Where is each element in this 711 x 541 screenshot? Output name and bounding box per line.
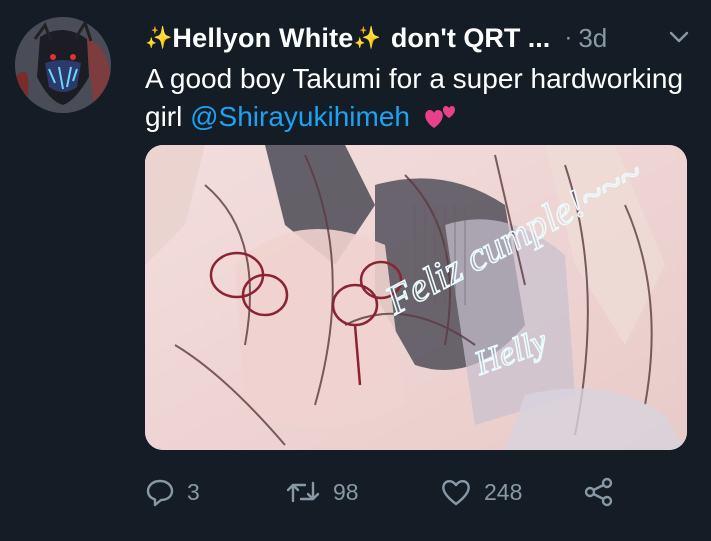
- two-hearts-icon: [424, 102, 458, 140]
- retweet-icon: [285, 477, 321, 507]
- retweet-button[interactable]: 98: [285, 472, 359, 512]
- like-count: 248: [484, 478, 523, 505]
- share-icon: [583, 477, 615, 507]
- like-button[interactable]: 248: [440, 472, 522, 512]
- action-bar: 3 98 248: [145, 472, 705, 512]
- share-button[interactable]: [583, 472, 615, 512]
- tweet-image[interactable]: Feliz cumple!~~~ Helly: [145, 145, 687, 450]
- chevron-down-icon[interactable]: [669, 30, 689, 49]
- tweet-text: A good boy Takumi for a super hardworkin…: [145, 60, 690, 140]
- tweet-header: ✨ Hellyon White ✨ don't QRT ... · 3d: [145, 18, 693, 58]
- display-name[interactable]: Hellyon White: [172, 23, 353, 54]
- separator-dot: ·: [564, 24, 573, 51]
- reply-button[interactable]: 3: [145, 472, 200, 512]
- heart-icon: [440, 477, 472, 507]
- timestamp[interactable]: 3d: [578, 23, 607, 54]
- tweet-card[interactable]: ✨ Hellyon White ✨ don't QRT ... · 3d A g…: [0, 0, 711, 541]
- reply-count: 3: [187, 478, 200, 505]
- avatar[interactable]: [15, 17, 111, 113]
- retweet-count: 98: [333, 478, 359, 505]
- display-name-extra[interactable]: don't QRT ...: [391, 23, 550, 54]
- sparkles-icon: ✨: [145, 25, 173, 50]
- reply-icon: [145, 477, 175, 507]
- sparkles-icon: ✨: [353, 25, 381, 50]
- mention-link[interactable]: @Shirayukihimeh: [190, 101, 410, 132]
